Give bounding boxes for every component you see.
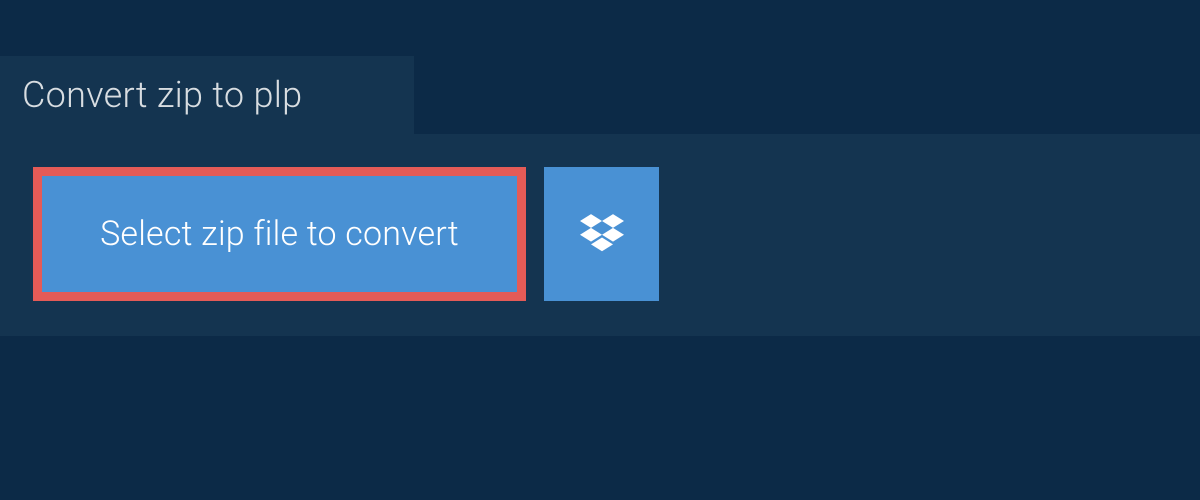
page-title: Convert zip to plp (22, 74, 302, 116)
select-file-label: Select zip file to convert (100, 214, 459, 254)
header-tab: Convert zip to plp (0, 56, 414, 134)
dropbox-button[interactable] (544, 167, 659, 301)
button-row: Select zip file to convert (33, 167, 659, 301)
upload-panel: Select zip file to convert (0, 134, 1200, 336)
select-file-button[interactable]: Select zip file to convert (33, 167, 526, 301)
dropbox-icon (580, 210, 624, 258)
